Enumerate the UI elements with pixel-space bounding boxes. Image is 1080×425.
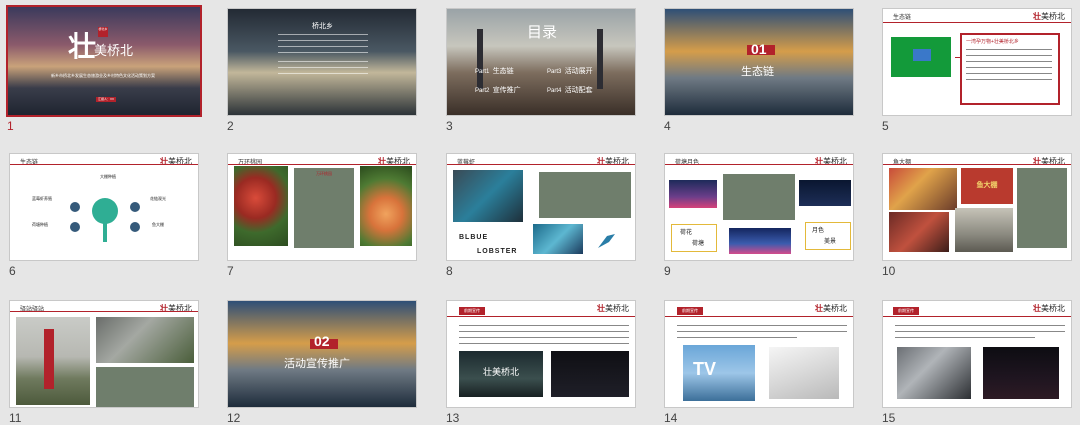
slide-number: 3 xyxy=(446,119,453,133)
roadside-photo xyxy=(16,317,90,405)
lotus-photo xyxy=(669,180,717,208)
label-frame: 月色 美景 xyxy=(805,222,851,250)
brand-logo: 壮美桥北 xyxy=(1033,11,1065,21)
slide-number: 11 xyxy=(9,411,22,425)
app-photo xyxy=(983,347,1059,399)
brand-logo: 壮美桥北 xyxy=(160,156,192,166)
peach-photo xyxy=(360,166,412,246)
toc-part: Part2 xyxy=(475,88,490,94)
tree-label: 蓝莓虾养殖 xyxy=(32,196,52,201)
newspaper-photo xyxy=(769,347,839,399)
tree-label: 鱼大棚 xyxy=(152,222,164,227)
slide-number: 15 xyxy=(882,411,896,425)
brand-logo: 壮美桥北 xyxy=(597,303,629,313)
phone-photo xyxy=(897,347,971,399)
slide-number: 13 xyxy=(446,411,460,425)
slide-number: 5 xyxy=(882,119,889,133)
toc-part: Part4 xyxy=(547,88,562,94)
slide-number: 12 xyxy=(227,411,241,425)
toc-label: 活动展开 xyxy=(564,68,593,75)
panel-title: 万环桃园 xyxy=(316,171,332,176)
video-photo: 壮美桥北 xyxy=(459,351,543,397)
slide-number: 4 xyxy=(664,119,671,133)
section-title: 活动宣传推广 xyxy=(284,358,350,370)
slide-number: 10 xyxy=(882,264,896,278)
cover-title-big: 壮 xyxy=(68,30,97,63)
toc-part: Part1 xyxy=(475,69,490,75)
cover-subtitle: 新乡市桥北乡发展生态旅游业及乡村特色文化活动策划方案 xyxy=(51,73,155,78)
brand-logo: 壮美桥北 xyxy=(815,156,847,166)
callout-box: 一湾孕万物+壮美桥北乡 xyxy=(960,33,1060,105)
slide-number: 8 xyxy=(446,264,453,278)
gate-photo: 鱼大棚 xyxy=(961,168,1013,204)
section-title: 生态链 xyxy=(741,66,774,78)
video-photo xyxy=(551,351,629,397)
tree-label: 荷塘种植 xyxy=(32,222,48,227)
brand-logo: 壮美桥北 xyxy=(597,156,629,166)
section-number: 02 xyxy=(314,333,330,349)
brand-logo: 壮美桥北 xyxy=(160,303,192,313)
text-panel xyxy=(96,367,194,407)
slide-number: 14 xyxy=(664,411,678,425)
toc-title: 目录 xyxy=(527,24,558,41)
brand-logo: 壮美桥北 xyxy=(1033,303,1065,313)
tag-badge: 前期宣传 xyxy=(459,307,485,315)
slide-header: 生态链 xyxy=(893,15,912,21)
tv-photo: TV xyxy=(683,345,755,401)
brand-logo: 壮美桥北 xyxy=(1033,156,1065,166)
station-photo xyxy=(96,317,194,363)
lobster-photo xyxy=(453,170,523,222)
moon-photo xyxy=(799,180,851,206)
lobster-photo xyxy=(533,224,583,254)
toc-part: Part3 xyxy=(547,69,562,75)
label-frame: 荷花 荷塘 xyxy=(671,224,717,252)
presenter-button: 汇报人：XX xyxy=(96,97,116,102)
street-photo xyxy=(955,208,1013,252)
text-panel xyxy=(1017,168,1067,248)
festival-photo xyxy=(889,212,949,252)
lotus-photo xyxy=(729,228,791,254)
tag-badge: 前期宣传 xyxy=(893,307,919,315)
logo-text: BLBUE xyxy=(459,234,489,241)
cover-title-rest: 美桥北 xyxy=(94,44,134,59)
toc-label: 生态链 xyxy=(492,68,514,75)
toc-label: 宣传推广 xyxy=(492,87,521,94)
slide-number: 2 xyxy=(227,119,234,133)
tag-badge: 前期宣传 xyxy=(677,307,703,315)
tree-label: 花链观光 xyxy=(150,196,166,201)
callout-title: 一湾孕万物+壮美桥北乡 xyxy=(966,39,1019,45)
seal-stamp: 桥北乡 xyxy=(98,27,108,37)
slide-number: 6 xyxy=(9,264,16,278)
slide-title: 桥北乡 xyxy=(312,23,333,30)
tree-label: 大棚种植 xyxy=(100,174,116,179)
slide-number: 7 xyxy=(227,264,234,278)
slide-number: 1 xyxy=(7,119,14,133)
brand-logo: 壮美桥北 xyxy=(815,303,847,313)
section-number: 01 xyxy=(751,41,767,57)
lobster-icon xyxy=(595,230,619,252)
slide-number: 9 xyxy=(664,264,671,278)
text-panel: 万环桃园 xyxy=(294,168,354,248)
text-panel xyxy=(539,172,631,218)
festival-photo xyxy=(889,168,957,210)
text-panel xyxy=(723,174,795,220)
logo-text: LOBSTER xyxy=(477,248,518,255)
peach-photo xyxy=(234,166,288,246)
toc-label: 活动配套 xyxy=(564,87,593,94)
